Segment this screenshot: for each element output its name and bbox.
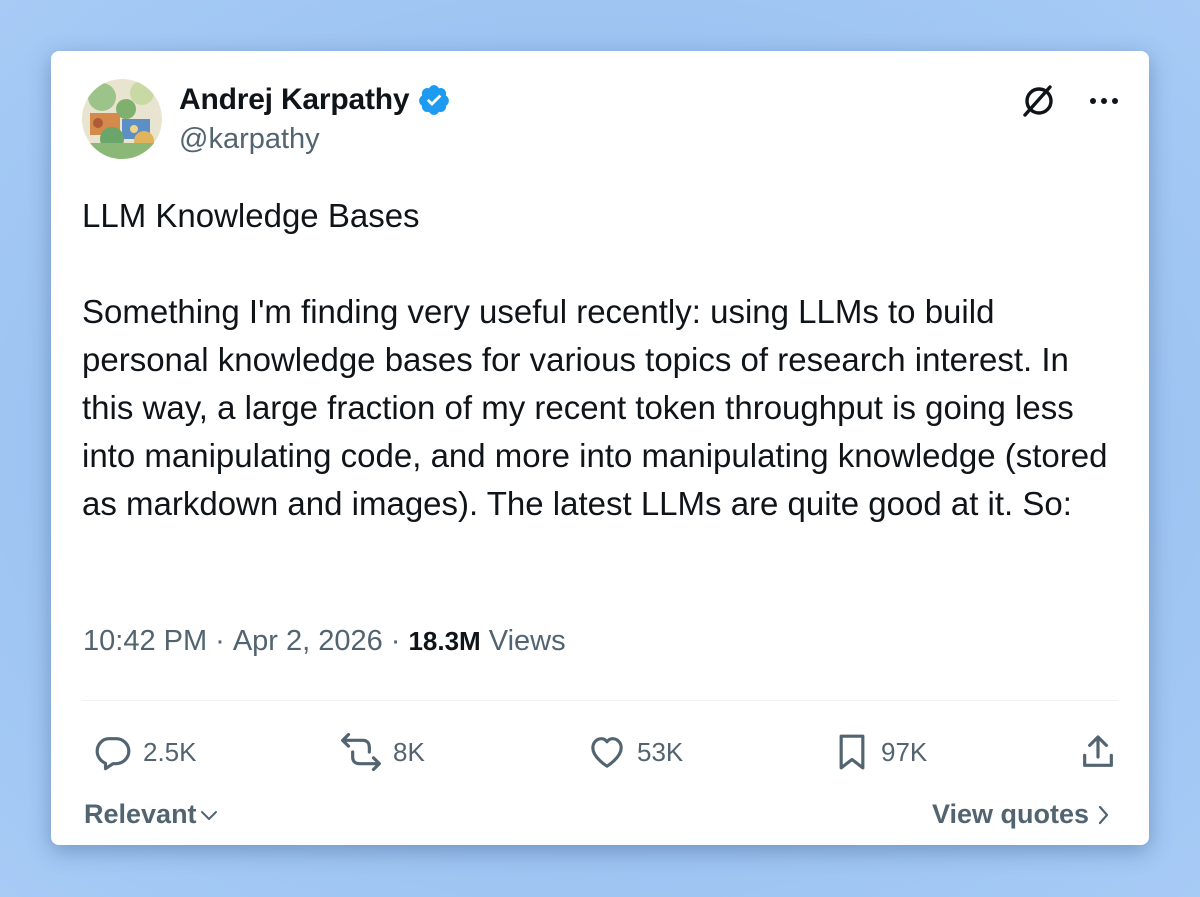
reply-button[interactable]: 2.5K	[93, 732, 197, 772]
reply-count: 2.5K	[143, 736, 197, 767]
avatar[interactable]	[82, 79, 162, 159]
meta-separator: ·	[390, 625, 401, 657]
tweet-card: Andrej Karpathy @karpathy LLM Knowledge …	[51, 51, 1149, 845]
header-actions	[1019, 81, 1119, 121]
views-count: 18.3M	[408, 626, 481, 656]
author-handle[interactable]: @karpathy	[179, 123, 320, 156]
view-quotes-label: View quotes	[931, 799, 1089, 829]
chevron-down-icon	[200, 810, 217, 820]
grok-icon[interactable]	[1019, 81, 1059, 121]
share-icon	[1083, 735, 1113, 767]
avatar-illustration-icon	[82, 79, 162, 159]
verified-badge-icon	[419, 85, 450, 115]
sort-dropdown[interactable]: Relevant	[84, 799, 219, 830]
tweet-time[interactable]: 10:42 PM	[83, 625, 207, 658]
more-icon[interactable]	[1089, 96, 1119, 106]
tweet-date[interactable]: Apr 2, 2026	[233, 625, 383, 658]
chevron-right-icon	[1098, 805, 1109, 824]
bookmark-icon	[839, 734, 865, 770]
author-name-row: Andrej Karpathy	[179, 83, 451, 117]
repost-count: 8K	[393, 736, 425, 767]
views-label: Views	[488, 625, 566, 657]
view-quotes-link[interactable]: View quotes	[932, 799, 1111, 830]
sort-label: Relevant	[84, 799, 197, 829]
tweet-text: LLM Knowledge Bases Something I'm findin…	[82, 192, 1122, 528]
like-button[interactable]: 53K	[587, 732, 683, 772]
tweet-body: Something I'm finding very useful recent…	[82, 293, 1108, 522]
tweet-meta: 10:42 PM · Apr 2, 2026 · 18.3M Views	[83, 625, 566, 658]
meta-separator: ·	[215, 625, 225, 657]
heart-icon	[591, 737, 623, 768]
share-button[interactable]	[1078, 732, 1118, 772]
bookmark-count: 97K	[881, 736, 928, 767]
repost-button[interactable]: 8K	[339, 732, 425, 772]
reply-icon	[95, 737, 131, 771]
bookmark-button[interactable]: 97K	[833, 732, 927, 772]
divider	[82, 700, 1118, 701]
repost-icon	[341, 732, 381, 772]
like-count: 53K	[637, 736, 684, 767]
author-name[interactable]: Andrej Karpathy	[179, 83, 410, 117]
action-bar: 2.5K 8K 53K 97K	[93, 732, 1121, 776]
tweet-title: LLM Knowledge Bases	[82, 197, 420, 234]
